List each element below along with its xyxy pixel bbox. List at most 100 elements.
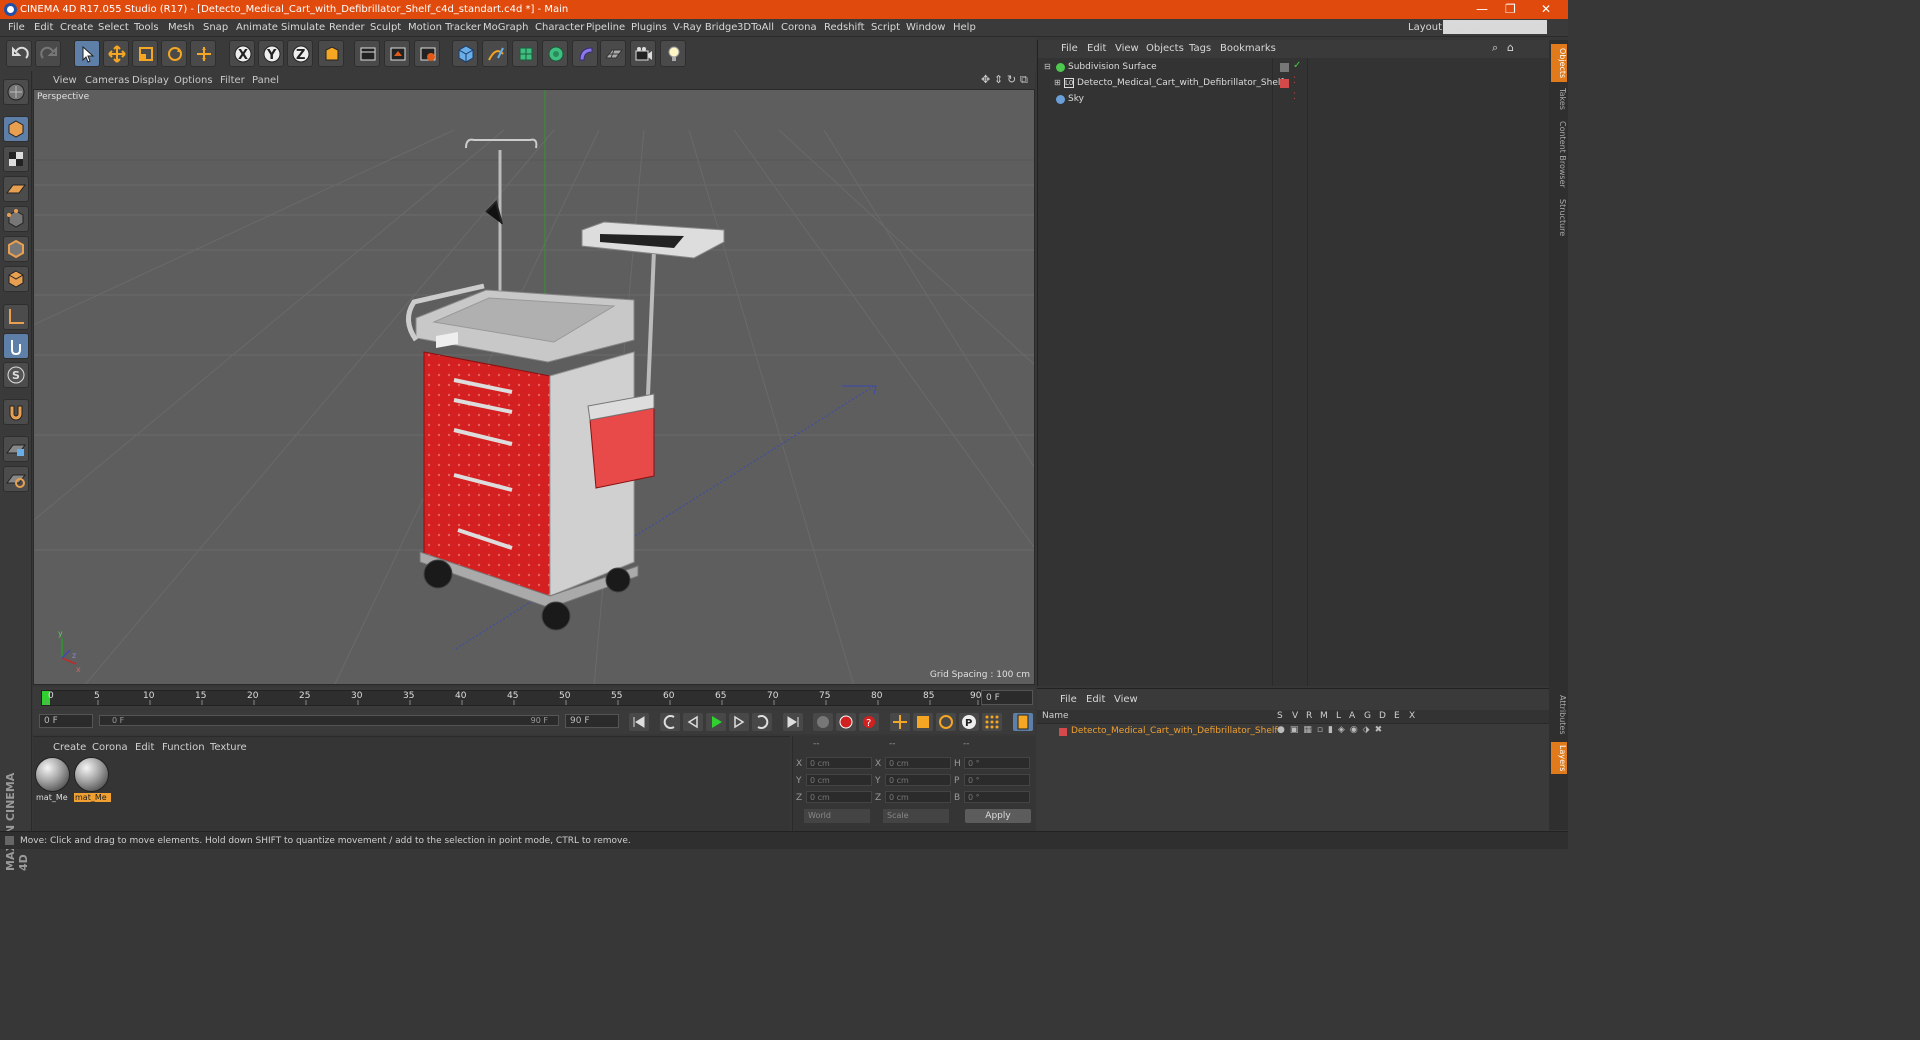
menu-3dtoall[interactable]: 3DToAll bbox=[737, 22, 774, 33]
tab-takes[interactable]: Takes bbox=[1551, 86, 1567, 112]
home-icon[interactable]: ⌂ bbox=[1507, 41, 1514, 54]
pos-x-field[interactable]: 0 cm bbox=[806, 757, 872, 769]
coordinate-system-select[interactable]: World bbox=[804, 809, 870, 823]
mat-menu-texture[interactable]: Texture bbox=[210, 742, 247, 753]
obj-menu-tags[interactable]: Tags bbox=[1189, 43, 1211, 54]
viewport-rotate-icon[interactable]: ↻ bbox=[1007, 73, 1016, 86]
camera-icon[interactable] bbox=[630, 40, 656, 67]
visibility-dots-icon[interactable]: ⁚ bbox=[1293, 92, 1296, 102]
obj-menu-view[interactable]: View bbox=[1115, 43, 1139, 54]
make-editable-icon[interactable] bbox=[3, 79, 29, 105]
key-rotation-icon[interactable] bbox=[936, 713, 956, 731]
obj-menu-edit[interactable]: Edit bbox=[1087, 43, 1106, 54]
previous-key-icon[interactable] bbox=[660, 713, 680, 731]
viewport-menu-cameras[interactable]: Cameras bbox=[85, 75, 129, 86]
object-row-medical-cart[interactable]: ⊞ L0 Detecto_Medical_Cart_with_Defibrill… bbox=[1040, 76, 1920, 92]
cube-icon[interactable] bbox=[452, 40, 478, 67]
menu-file[interactable]: File bbox=[8, 22, 25, 33]
tab-layers[interactable]: Layers bbox=[1551, 742, 1567, 774]
record-keys-icon[interactable] bbox=[813, 713, 833, 731]
snap-icon[interactable]: S bbox=[3, 362, 29, 388]
menu-select[interactable]: Select bbox=[98, 22, 129, 33]
search-icon[interactable]: ⌕ bbox=[1492, 41, 1498, 55]
menu-vray-bridge[interactable]: V-Ray Bridge bbox=[673, 22, 737, 33]
magnet-icon[interactable] bbox=[3, 399, 29, 425]
pos-z-field[interactable]: 0 cm bbox=[806, 791, 872, 803]
rotate-icon[interactable] bbox=[161, 40, 187, 67]
menu-edit[interactable]: Edit bbox=[34, 22, 53, 33]
mat-menu-create[interactable]: Create bbox=[53, 742, 86, 753]
start-frame-field[interactable]: 0 F bbox=[39, 714, 93, 728]
select-arrow-icon[interactable] bbox=[74, 40, 100, 67]
layer-menu-file[interactable]: File bbox=[1060, 694, 1077, 705]
floor-icon[interactable] bbox=[600, 40, 626, 67]
col-expressions[interactable]: E bbox=[1394, 711, 1400, 721]
visibility-dots-icon[interactable]: ⁚ bbox=[1293, 76, 1296, 86]
check-icon[interactable]: ✓ bbox=[1293, 60, 1301, 71]
edit-render-settings-icon[interactable] bbox=[414, 40, 440, 67]
tab-objects[interactable]: Objects bbox=[1551, 44, 1567, 82]
col-manager[interactable]: M bbox=[1320, 711, 1328, 721]
tweak-mode-icon[interactable] bbox=[3, 333, 29, 359]
axis-mode-icon[interactable] bbox=[3, 304, 29, 330]
planar-workplane-icon[interactable] bbox=[3, 466, 29, 492]
menu-sculpt[interactable]: Sculpt bbox=[370, 22, 401, 33]
live-selection-icon[interactable] bbox=[190, 40, 216, 67]
viewport-menu-filter[interactable]: Filter bbox=[220, 75, 245, 86]
col-render[interactable]: R bbox=[1306, 711, 1312, 721]
tab-content-browser[interactable]: Content Browser bbox=[1551, 118, 1567, 190]
array-icon[interactable] bbox=[542, 40, 568, 67]
col-solo[interactable]: S bbox=[1277, 711, 1283, 721]
light-icon[interactable] bbox=[660, 40, 686, 67]
col-xref[interactable]: X bbox=[1409, 711, 1415, 721]
viewport-menu-panel[interactable]: Panel bbox=[252, 75, 279, 86]
menu-window[interactable]: Window bbox=[906, 22, 945, 33]
col-visible[interactable]: V bbox=[1292, 711, 1298, 721]
keyframe-selection-icon[interactable]: ? bbox=[859, 713, 879, 731]
render-view-icon[interactable] bbox=[354, 40, 380, 67]
model-mode-icon[interactable] bbox=[3, 116, 29, 142]
undo-icon[interactable] bbox=[6, 40, 32, 67]
size-mode-select[interactable]: Scale bbox=[883, 809, 949, 823]
object-row-subdivision-surface[interactable]: ⊟ Subdivision Surface ✓ bbox=[1040, 60, 1920, 76]
rot-b-field[interactable]: 0 ° bbox=[964, 791, 1030, 803]
obj-menu-file[interactable]: File bbox=[1061, 43, 1078, 54]
viewport-maximize-icon[interactable]: ⧉ bbox=[1020, 73, 1028, 87]
key-parameter-icon[interactable]: P bbox=[959, 713, 979, 731]
play-icon[interactable] bbox=[706, 713, 726, 731]
menu-help[interactable]: Help bbox=[953, 22, 976, 33]
deformer-icon[interactable] bbox=[572, 40, 598, 67]
col-name[interactable]: Name bbox=[1042, 711, 1069, 721]
next-key-icon[interactable] bbox=[752, 713, 772, 731]
menu-render[interactable]: Render bbox=[329, 22, 365, 33]
y-axis-icon[interactable]: Y bbox=[258, 40, 284, 67]
expand-icon[interactable]: ⊞ bbox=[1054, 78, 1061, 87]
layout-select[interactable]: Startup ▾ bbox=[1443, 20, 1547, 35]
lock-workplane-icon[interactable] bbox=[3, 436, 29, 462]
maximize-button[interactable]: ❐ bbox=[1505, 2, 1516, 16]
material-swatch-selected[interactable]: mat_Me bbox=[74, 757, 111, 803]
menu-animate[interactable]: Animate bbox=[236, 22, 278, 33]
object-row-sky[interactable]: Sky ⁚ bbox=[1040, 92, 1920, 108]
rot-p-field[interactable]: 0 ° bbox=[964, 774, 1030, 786]
material-swatch[interactable]: mat_Me bbox=[35, 757, 72, 803]
menu-motion-tracker[interactable]: Motion Tracker bbox=[408, 22, 481, 33]
frame-range-slider[interactable]: 0 F 90 F bbox=[99, 715, 559, 726]
timeline-window-icon[interactable] bbox=[1013, 713, 1033, 731]
layer-menu-view[interactable]: View bbox=[1114, 694, 1138, 705]
timeline-ruler[interactable]: 0 5 10 15 20 25 30 35 40 45 50 55 60 65 … bbox=[33, 687, 1035, 709]
perspective-viewport[interactable]: y z x Perspective Grid Spacing : 100 cm bbox=[33, 89, 1035, 685]
mat-menu-edit[interactable]: Edit bbox=[135, 742, 154, 753]
layer-flags-icons[interactable]: ●▣▦▫▮◈◉⬗✖ bbox=[1277, 725, 1387, 735]
render-picture-viewer-icon[interactable] bbox=[384, 40, 410, 67]
mat-menu-function[interactable]: Function bbox=[162, 742, 205, 753]
col-generators[interactable]: G bbox=[1364, 711, 1371, 721]
points-mode-icon[interactable] bbox=[3, 206, 29, 232]
go-to-start-icon[interactable] bbox=[629, 713, 649, 731]
menu-character[interactable]: Character bbox=[535, 22, 584, 33]
layer-menu-edit[interactable]: Edit bbox=[1086, 694, 1105, 705]
menu-snap[interactable]: Snap bbox=[203, 22, 228, 33]
move-icon[interactable] bbox=[103, 40, 129, 67]
menu-plugins[interactable]: Plugins bbox=[631, 22, 667, 33]
pen-spline-icon[interactable] bbox=[482, 40, 508, 67]
